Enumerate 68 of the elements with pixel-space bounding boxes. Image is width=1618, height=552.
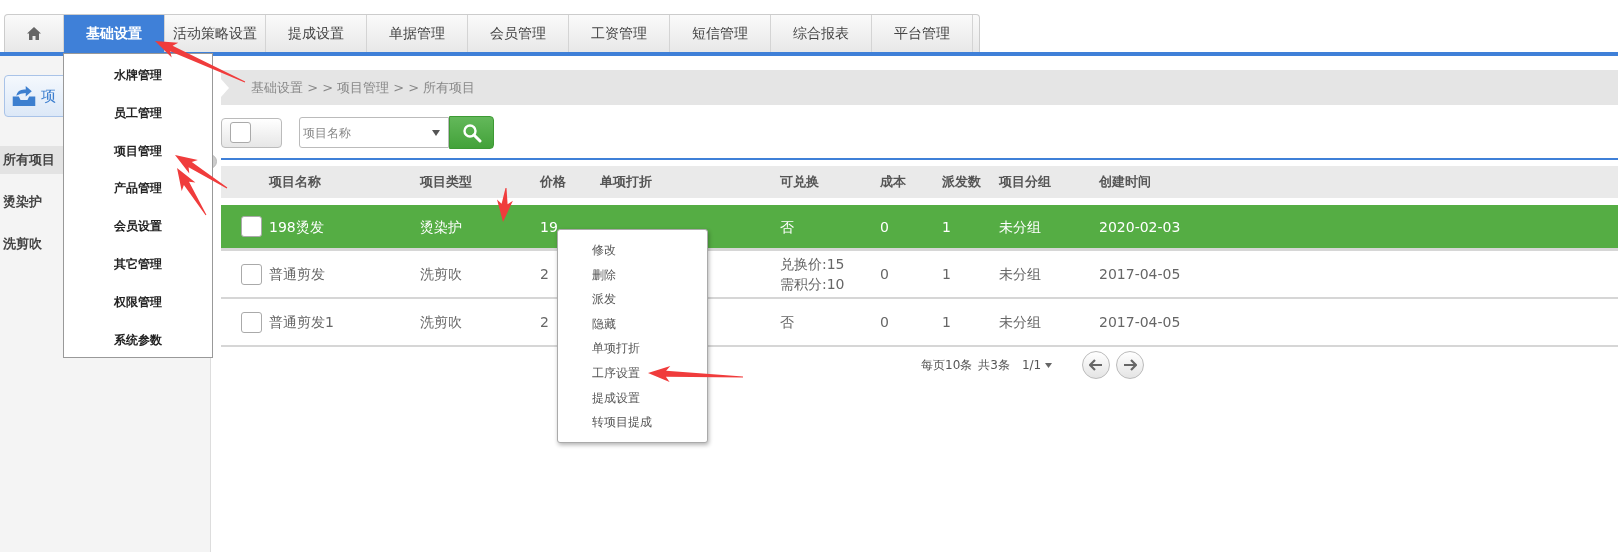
- table-cell-text: 否: [780, 313, 794, 332]
- menu-item[interactable]: 项目管理: [64, 132, 212, 171]
- menu-item[interactable]: 系统参数: [64, 321, 212, 360]
- menu-item[interactable]: 删除: [558, 262, 707, 288]
- breadcrumb: 基础设置 > > 项目管理 > > 所有项目: [251, 78, 476, 97]
- page-select[interactable]: 1/1: [1021, 358, 1053, 372]
- right-arrow-icon: [1123, 359, 1138, 371]
- total-count: 共3条: [978, 356, 1010, 374]
- table-cell-text: 1: [942, 265, 951, 284]
- table-cell-text: 普通剪发: [269, 265, 325, 284]
- menu-item[interactable]: 工序设置: [558, 360, 707, 386]
- column-header: 项目类型: [420, 173, 473, 191]
- left-arrow-icon: [1089, 359, 1104, 371]
- checkbox[interactable]: [241, 311, 262, 333]
- table-cell-text: 未分组: [999, 313, 1041, 332]
- menu-item[interactable]: 其它管理: [64, 246, 212, 284]
- nav-tab[interactable]: 基础设置: [64, 15, 165, 52]
- table-cell-text: 2020-02-03: [1099, 217, 1181, 237]
- column-header: 价格: [540, 173, 567, 191]
- checkbox[interactable]: [241, 263, 262, 285]
- search-field[interactable]: 项目名称: [299, 117, 449, 148]
- column-header: 单项打折: [600, 173, 653, 191]
- table-cell-text: 2017-04-05: [1099, 313, 1181, 332]
- select-all-button[interactable]: [221, 117, 282, 148]
- table-cell-text: 未分组: [999, 217, 1041, 237]
- menu-item[interactable]: 员工管理: [64, 94, 212, 133]
- table-cell-text: 1: [942, 313, 951, 332]
- table-cell-text: 198烫发: [269, 217, 324, 237]
- table-cell-text: 0: [880, 313, 889, 332]
- menu-item[interactable]: 转项目提成: [558, 410, 707, 435]
- menu-item[interactable]: 产品管理: [64, 170, 212, 209]
- table-cell-text: 洗剪吹: [420, 313, 462, 332]
- menu-item[interactable]: 会员设置: [64, 208, 212, 246]
- caret-icon: [432, 130, 440, 136]
- table-cell-text: 1: [942, 217, 951, 237]
- table-cell-text: 2: [540, 313, 549, 332]
- table-cell-text: 否: [780, 217, 794, 237]
- table-cell-text: 19: [540, 217, 558, 237]
- table-cell-text: 0: [880, 265, 889, 284]
- table-cell-text: 未分组: [999, 265, 1041, 284]
- table-cell-text: 兑换价:15 需积分:10: [780, 255, 845, 294]
- tray-upload-icon: [11, 85, 37, 107]
- table-cell-text: 普通剪发1: [269, 313, 334, 332]
- menu-item[interactable]: 提成设置: [558, 385, 707, 411]
- menu-item[interactable]: 权限管理: [64, 283, 212, 322]
- menu-item[interactable]: 隐藏: [558, 311, 707, 337]
- checkbox[interactable]: [230, 122, 251, 143]
- page-size: 每页10条: [921, 356, 973, 374]
- column-header: 项目分组: [999, 173, 1052, 191]
- previous-page-button[interactable]: [1082, 351, 1111, 379]
- column-header: 成本: [880, 173, 907, 191]
- column-header: 创建时间: [1099, 173, 1152, 191]
- annotation-arrow: [497, 188, 513, 222]
- next-page-button[interactable]: [1116, 351, 1145, 379]
- column-header: 派发数: [942, 173, 982, 191]
- caret-icon: [1045, 362, 1053, 368]
- table-cell-text: 0: [880, 217, 889, 237]
- home-icon: [27, 27, 41, 40]
- table-cell-text: 2017-04-05: [1099, 265, 1181, 284]
- search-button[interactable]: [449, 116, 494, 149]
- table-cell-text: 烫染护: [420, 217, 462, 237]
- checkbox[interactable]: [241, 216, 262, 237]
- column-header: 项目名称: [269, 173, 322, 191]
- table-cell-text: 洗剪吹: [420, 265, 462, 284]
- menu-item[interactable]: 水牌管理: [64, 57, 212, 95]
- column-header: 可兑换: [780, 173, 820, 191]
- table-cell-text: 2: [540, 265, 549, 284]
- search-icon: [461, 122, 482, 143]
